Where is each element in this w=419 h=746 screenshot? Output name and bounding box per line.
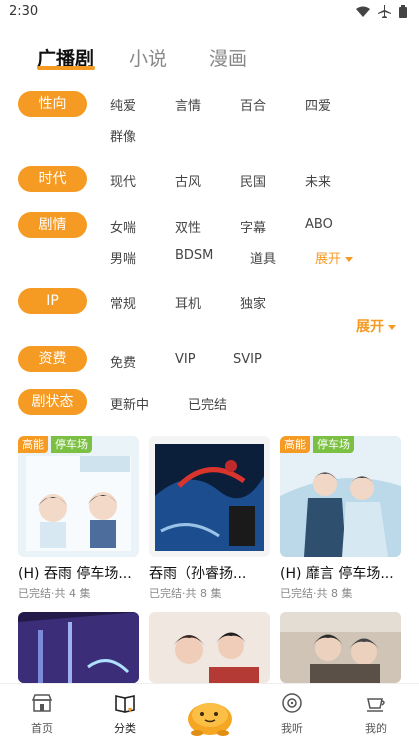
filter-option[interactable]: 纯爱: [110, 95, 136, 114]
expand-label: 展开: [356, 319, 384, 335]
filter-option[interactable]: 百合: [240, 95, 266, 114]
filter-option[interactable]: 男喘: [110, 248, 136, 267]
disc-icon: [282, 693, 302, 713]
wifi-icon: [356, 6, 370, 17]
filter-option[interactable]: BDSM: [175, 248, 213, 263]
nav-category-label: 分类: [114, 722, 136, 735]
filter-option[interactable]: VIP: [175, 352, 196, 367]
filter-label-plot: 剧情: [18, 212, 87, 238]
filter-option[interactable]: 古风: [175, 171, 201, 190]
nav-home-label: 首页: [31, 722, 53, 735]
cover-image: [149, 436, 270, 557]
cover-image[interactable]: [149, 612, 270, 683]
card-meta: 已完结·共 8 集: [280, 587, 353, 600]
parking-badge: 停车场: [51, 436, 92, 453]
filter-option[interactable]: 四爱: [305, 95, 331, 114]
filter-option[interactable]: 字幕: [240, 217, 266, 236]
cover-image: [280, 436, 401, 557]
nav-home[interactable]: 首页: [12, 684, 72, 744]
filter-option[interactable]: 道具: [250, 248, 276, 267]
filter-label-ip: IP: [18, 288, 87, 314]
cup-icon: [367, 698, 385, 712]
filter-option[interactable]: 耳机: [175, 293, 201, 312]
status-bar: 2:30: [0, 0, 419, 26]
tab-novel[interactable]: 小说: [129, 44, 167, 71]
nav-category[interactable]: 分类: [95, 684, 155, 744]
filter-option[interactable]: 现代: [110, 171, 136, 190]
nav-listen-label: 我听: [281, 722, 303, 735]
filter-option[interactable]: SVIP: [233, 352, 262, 367]
top-tabs: 广播剧 小说 漫画: [0, 40, 419, 80]
cover-image: [18, 436, 139, 557]
airplane-icon: [378, 5, 391, 18]
filter-option[interactable]: 未来: [305, 171, 331, 190]
filter-option[interactable]: 常规: [110, 293, 136, 312]
active-tab-indicator: [37, 66, 95, 70]
status-time: 2:30: [9, 4, 39, 19]
plot-expand-button[interactable]: 展开: [315, 248, 354, 267]
expand-label: 展开: [315, 252, 342, 267]
filter-label-fee: 资费: [18, 346, 87, 372]
filter-option[interactable]: 已完结: [188, 394, 227, 413]
parking-badge: 停车场: [313, 436, 354, 453]
caret-down-icon: [388, 324, 396, 330]
filter-label-state: 剧状态: [18, 389, 87, 415]
high-energy-badge: 高能: [280, 436, 310, 453]
card-meta: 已完结·共 4 集: [18, 587, 91, 600]
card-title: (H) 吞雨 停车场...: [18, 566, 132, 582]
nav-mine[interactable]: 我的: [346, 684, 406, 744]
mascot-icon: [188, 703, 232, 736]
store-icon: [31, 694, 53, 712]
high-energy-badge: 高能: [18, 436, 48, 453]
cover-image[interactable]: [18, 612, 139, 683]
card-title: (H) 靡言 停车场...: [280, 566, 394, 582]
filter-option[interactable]: ABO: [305, 217, 333, 232]
filter-option[interactable]: 双性: [175, 217, 201, 236]
filter-label-nature: 性向: [18, 91, 87, 117]
filter-option[interactable]: 群像: [110, 126, 136, 145]
card-title: 吞雨（孙睿扬...: [149, 566, 247, 582]
cover-image[interactable]: [280, 612, 401, 683]
book-icon: [115, 695, 135, 713]
caret-down-icon: [345, 257, 354, 262]
filter-label-era: 时代: [18, 166, 87, 192]
filter-option[interactable]: 独家: [240, 293, 266, 312]
nav-mine-label: 我的: [365, 722, 387, 735]
center-mascot-button[interactable]: [183, 689, 237, 739]
card-meta: 已完结·共 8 集: [149, 587, 222, 600]
ip-expand-button[interactable]: 展开: [356, 316, 396, 336]
status-icons: [356, 5, 407, 18]
battery-icon: [399, 5, 407, 18]
nav-listen[interactable]: 我听: [262, 684, 322, 744]
filter-option[interactable]: 女喘: [110, 217, 136, 236]
filter-option[interactable]: 免费: [110, 352, 136, 371]
filter-option[interactable]: 更新中: [110, 394, 149, 413]
filter-option[interactable]: 言情: [175, 95, 201, 114]
filter-option[interactable]: 民国: [240, 171, 266, 190]
tab-comic[interactable]: 漫画: [209, 44, 247, 71]
